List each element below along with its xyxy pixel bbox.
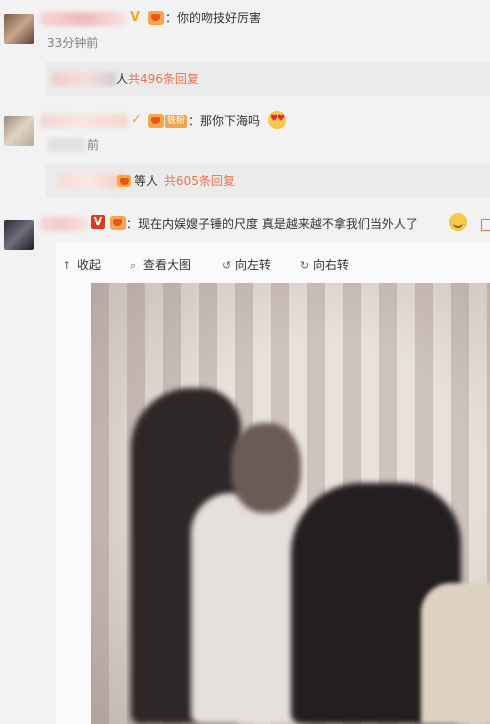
- user-level-icon: [117, 175, 131, 187]
- rotate-right-label: 向右转: [313, 258, 350, 272]
- photo-couch: [421, 583, 490, 724]
- verified-gold-icon: V: [130, 10, 141, 25]
- reply-count-link[interactable]: 共605条回复: [164, 173, 235, 189]
- comment-text: ：现在内娱嫂子锤的尺度 真是越来越不拿我们当外人了: [126, 217, 418, 231]
- search-icon: ⌕: [130, 259, 137, 272]
- time-redacted: [47, 138, 85, 152]
- fan-badge: 铁粉: [165, 115, 188, 128]
- view-large-label: 查看大图: [143, 258, 192, 272]
- comment-image-icon[interactable]: [481, 219, 490, 231]
- username-redacted[interactable]: [40, 12, 126, 26]
- rotate-right-button[interactable]: ↻ 向右转: [300, 257, 349, 274]
- heart-eyes-emoji-icon: ♥ ♥: [268, 111, 286, 129]
- avatar[interactable]: [4, 14, 34, 44]
- comment-time: 前: [87, 138, 100, 152]
- reply-names-redacted: [58, 174, 124, 188]
- username-redacted[interactable]: [40, 217, 88, 231]
- user-level-icon: [110, 216, 126, 230]
- verified-red-icon: V: [91, 215, 105, 229]
- collapse-label: 收起: [77, 258, 102, 272]
- rotate-left-button[interactable]: ↺ 向左转: [222, 257, 271, 274]
- comment-text: ：那你下海吗: [188, 114, 261, 128]
- reply-prefix: 等人: [134, 174, 159, 188]
- comment-time: 33分钟前: [47, 36, 99, 50]
- user-level-icon: [148, 11, 164, 25]
- verified-gold-icon: ✓: [131, 112, 142, 127]
- user-level-icon: [148, 114, 164, 128]
- username-redacted[interactable]: [40, 114, 128, 128]
- pleased-face-emoji-icon: [449, 213, 467, 231]
- arrow-up-icon: ⭡: [64, 259, 70, 272]
- reply-count-link[interactable]: 共496条回复: [128, 71, 199, 87]
- avatar[interactable]: [4, 116, 34, 146]
- attached-photo[interactable]: [91, 283, 490, 724]
- reply-prefix: 人: [116, 72, 129, 86]
- avatar[interactable]: [4, 220, 34, 250]
- collapse-button[interactable]: ⭡ 收起: [64, 257, 101, 274]
- photo-head: [231, 423, 301, 513]
- rotate-right-icon: ↻: [300, 259, 310, 272]
- rotate-left-icon: ↺: [222, 259, 232, 272]
- comment-text: ：你的吻技好厉害: [165, 11, 262, 25]
- rotate-left-label: 向左转: [235, 258, 272, 272]
- view-large-button[interactable]: ⌕ 查看大图: [130, 257, 191, 274]
- reply-names-redacted: [52, 72, 116, 86]
